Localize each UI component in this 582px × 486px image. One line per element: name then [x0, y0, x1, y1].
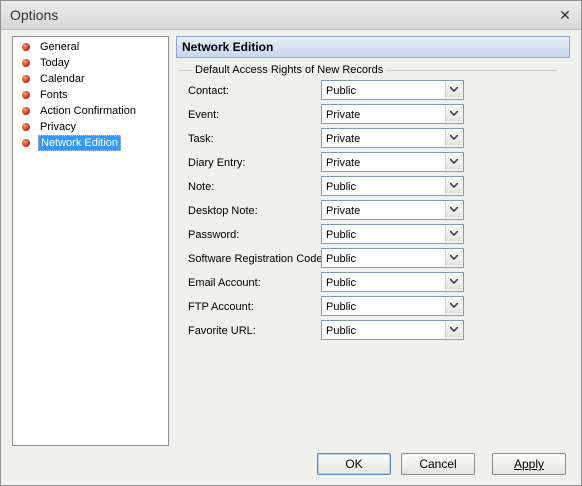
red-bullet-icon [22, 43, 30, 51]
select-value: Public [326, 229, 356, 241]
window-title: Options [10, 7, 59, 23]
field-label-task: Task: [188, 133, 214, 145]
nav-item-network-edition[interactable]: Network Edition [22, 135, 162, 151]
category-list: General Today Calendar Fonts Action Conf… [12, 36, 169, 446]
nav-item-label: Network Edition [38, 135, 122, 151]
red-bullet-icon [22, 123, 30, 131]
nav-item-today[interactable]: Today [22, 56, 162, 70]
select-value: Public [326, 277, 356, 289]
options-window: Options ✕ General Today Calendar Fonts A… [0, 0, 582, 486]
field-label-event: Event: [188, 109, 220, 121]
nav-item-label: Today [40, 57, 70, 69]
favorite-url-select[interactable]: Public [321, 320, 464, 340]
nav-item-label: Action Confirmation [40, 105, 136, 117]
panel-header: Network Edition [176, 36, 570, 58]
task-select[interactable]: Private [321, 128, 464, 148]
field-label-software-registration-code: Software Registration Code: [188, 253, 326, 265]
select-value: Private [326, 109, 361, 121]
nav-item-action-confirmation[interactable]: Action Confirmation [22, 104, 162, 118]
field-label-email-account: Email Account: [188, 277, 261, 289]
field-label-diary-entry: Diary Entry: [188, 157, 246, 169]
ftp-account-select[interactable]: Public [321, 296, 464, 316]
desktop-note-select[interactable]: Private [321, 200, 464, 220]
chevron-down-icon[interactable] [445, 226, 462, 242]
field-label-desktop-note: Desktop Note: [188, 205, 258, 217]
close-button[interactable]: ✕ [556, 6, 574, 24]
nav-item-label: General [40, 41, 80, 53]
close-icon: ✕ [559, 7, 571, 23]
chevron-down-icon[interactable] [445, 154, 462, 170]
field-label-ftp-account: FTP Account: [188, 301, 254, 313]
chevron-down-icon[interactable] [445, 130, 462, 146]
nav-item-label: Privacy [40, 121, 77, 133]
select-value: Public [326, 325, 356, 337]
nav-item-label: Calendar [40, 73, 85, 85]
red-bullet-icon [22, 107, 30, 115]
select-value: Private [326, 133, 361, 145]
chevron-down-icon[interactable] [445, 274, 462, 290]
field-label-contact: Contact: [188, 85, 229, 97]
password-select[interactable]: Public [321, 224, 464, 244]
chevron-down-icon[interactable] [445, 202, 462, 218]
select-value: Public [326, 301, 356, 313]
ok-button[interactable]: OK [317, 453, 391, 475]
chevron-down-icon[interactable] [445, 322, 462, 338]
apply-label: Apply [513, 457, 545, 471]
note-select[interactable]: Public [321, 176, 464, 196]
red-bullet-icon [22, 75, 30, 83]
nav-item-label: Fonts [40, 89, 68, 101]
software-registration-code-select[interactable]: Public [321, 248, 464, 268]
group-divider [178, 70, 192, 71]
select-value: Public [326, 253, 356, 265]
chevron-down-icon[interactable] [445, 178, 462, 194]
field-label-password: Password: [188, 229, 240, 241]
event-select[interactable]: Private [321, 104, 464, 124]
select-value: Public [326, 181, 356, 193]
panel-title: Network Edition [182, 40, 274, 54]
select-value: Public [326, 85, 356, 97]
nav-item-calendar[interactable]: Calendar [22, 72, 162, 86]
chevron-down-icon[interactable] [445, 250, 462, 266]
group-title: Default Access Rights of New Records [195, 64, 384, 76]
red-bullet-icon [22, 139, 30, 147]
email-account-select[interactable]: Public [321, 272, 464, 292]
nav-item-fonts[interactable]: Fonts [22, 88, 162, 102]
chevron-down-icon[interactable] [445, 298, 462, 314]
apply-button[interactable]: Apply [492, 453, 566, 475]
chevron-down-icon[interactable] [445, 82, 462, 98]
nav-item-general[interactable]: General [22, 40, 162, 54]
title-bar: Options ✕ [1, 1, 581, 30]
field-label-favorite-url: Favorite URL: [188, 325, 256, 337]
nav-item-privacy[interactable]: Privacy [22, 120, 162, 134]
contact-select[interactable]: Public [321, 80, 464, 100]
red-bullet-icon [22, 59, 30, 67]
cancel-button[interactable]: Cancel [401, 453, 475, 475]
chevron-down-icon[interactable] [445, 106, 462, 122]
group-divider [385, 70, 557, 71]
red-bullet-icon [22, 91, 30, 99]
select-value: Private [326, 205, 361, 217]
diary-entry-select[interactable]: Private [321, 152, 464, 172]
select-value: Private [326, 157, 361, 169]
field-label-note: Note: [188, 181, 215, 193]
